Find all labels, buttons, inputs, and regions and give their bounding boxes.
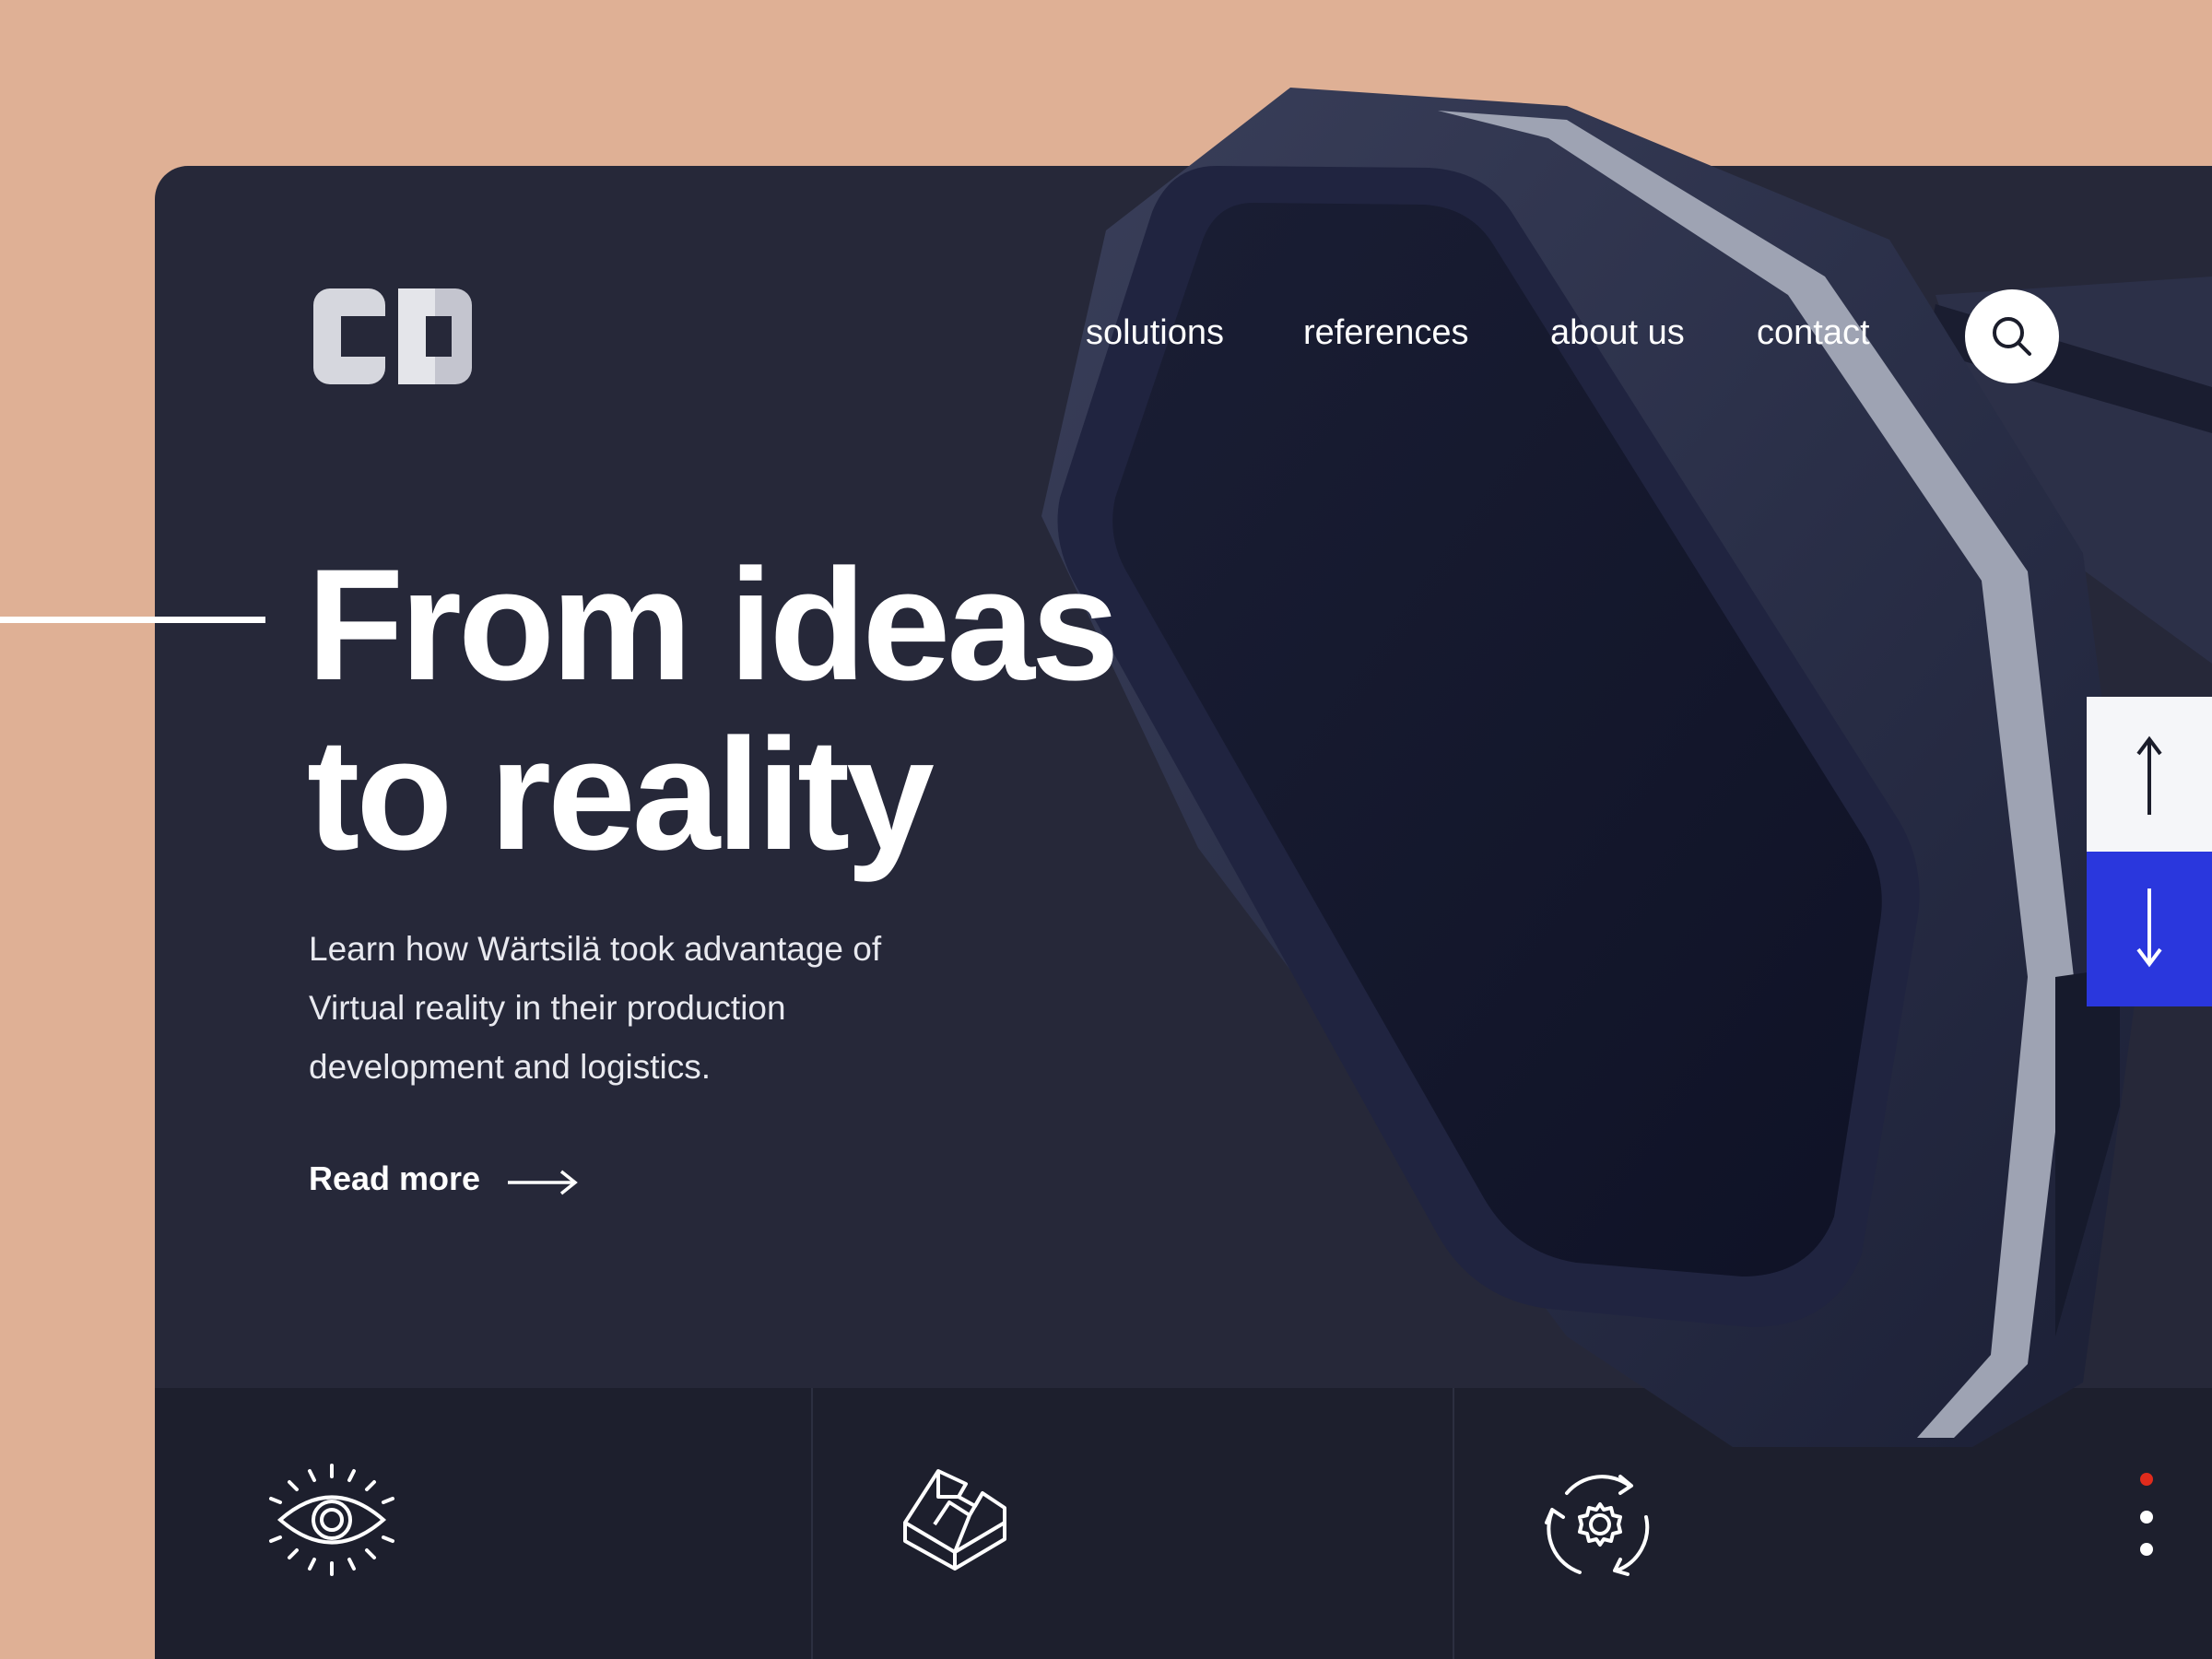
arrow-up-icon xyxy=(2136,735,2162,815)
scroll-down-button[interactable] xyxy=(2087,852,2212,1006)
accent-line xyxy=(0,617,265,623)
pagination-dot[interactable] xyxy=(2140,1511,2153,1524)
nav-contact[interactable]: contact xyxy=(1757,313,1870,353)
hero-headline: From ideas to reality xyxy=(307,540,1229,879)
features-divider xyxy=(1453,1388,1454,1659)
headline-line-1: From ideas xyxy=(307,536,1120,713)
search-icon xyxy=(1993,317,2031,356)
nav-solutions[interactable]: solutions xyxy=(1086,313,1224,353)
brand-logo[interactable] xyxy=(313,288,472,384)
nav-references[interactable]: references xyxy=(1303,313,1469,353)
3d-block-icon[interactable] xyxy=(901,1465,1008,1574)
eye-icon[interactable] xyxy=(264,1464,400,1576)
pagination-dot[interactable] xyxy=(2140,1543,2153,1556)
search-button[interactable] xyxy=(1965,289,2059,383)
pagination-dot-active[interactable] xyxy=(2140,1473,2153,1486)
scroll-up-button[interactable] xyxy=(2087,697,2212,852)
gear-cycle-icon[interactable] xyxy=(1539,1465,1661,1583)
nav-about-us[interactable]: about us xyxy=(1550,313,1685,353)
features-bar xyxy=(155,1388,2212,1659)
features-divider xyxy=(811,1388,813,1659)
headline-line-2: to reality xyxy=(307,706,935,883)
arrow-down-icon xyxy=(2136,888,2162,968)
read-more-label: Read more xyxy=(309,1159,481,1197)
arrow-right-icon xyxy=(508,1170,578,1195)
hero-card xyxy=(155,166,2212,1659)
hero-description: Learn how Wärtsilä took advantage of Vir… xyxy=(309,930,882,1086)
